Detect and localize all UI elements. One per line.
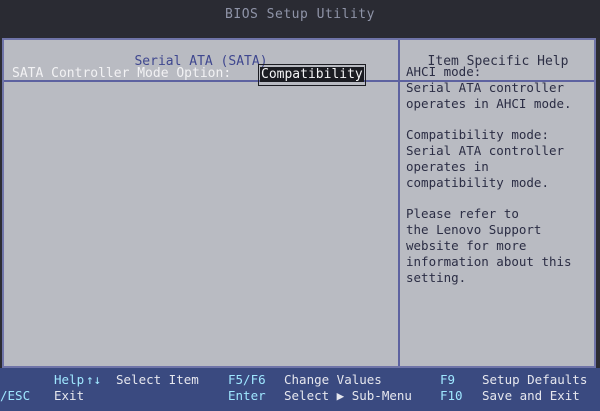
footer-desc-save-exit: Save and Exit [482,388,580,403]
setting-value[interactable]: Compatibility [260,67,364,82]
setting-value-selector[interactable]: Compatibility [258,64,366,86]
footer-key-enter: Enter [228,388,266,403]
help-paragraph-ahci: AHCI mode: Serial ATA controller operate… [406,64,572,111]
footer-key-f9: F9 [440,372,456,387]
footer-desc-setup-defaults: Setup Defaults [482,372,588,387]
help-paragraph-compatibility: Compatibility mode: Serial ATA controlle… [406,127,565,190]
help-paragraph-refer: Please refer to the Lenovo Support websi… [406,206,572,285]
setting-label: SATA Controller Mode Option: [12,66,232,81]
footer-key-legend: Help ↑↓ Select Item F5/F6 Change Values … [0,368,600,411]
footer-desc-select-submenu: Select ▶ Sub-Menu [284,388,412,403]
help-text-panel: AHCI mode: Serial ATA controller operate… [406,64,592,301]
footer-key-help: Help [54,372,85,387]
footer-key-f5f6: F5/F6 [228,372,266,387]
footer-desc-select-item: Select Item [116,372,199,387]
window-title: BIOS Setup Utility [0,0,600,38]
footer-desc-change-values: Change Values [284,372,382,387]
setting-row-sata-mode[interactable]: SATA Controller Mode Option: Compatibili… [12,64,392,86]
footer-desc-exit: Exit [54,388,85,403]
up-down-arrows-icon: ↑↓ [86,372,102,387]
vertical-divider [398,40,400,366]
footer-key-f10: F10 [440,388,463,403]
footer-key-esc: /ESC [0,388,31,403]
